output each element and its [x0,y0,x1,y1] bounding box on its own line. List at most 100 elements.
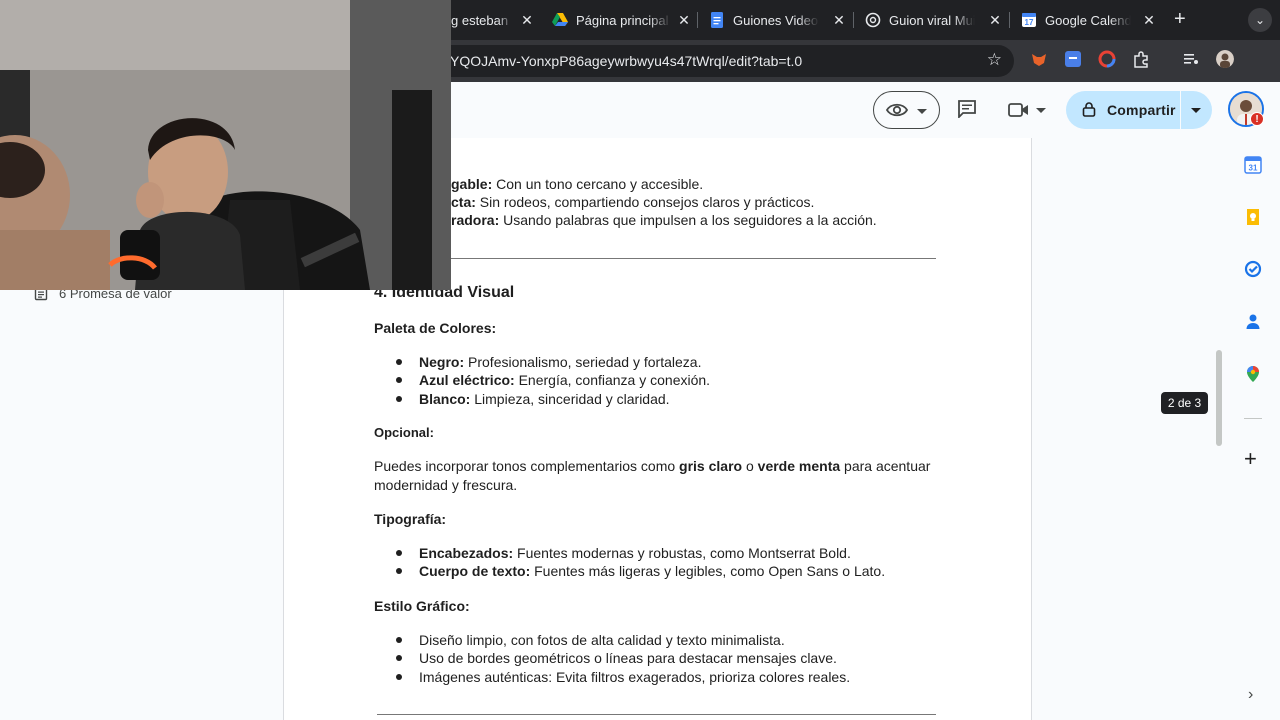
share-label: Compartir [1107,102,1176,118]
chevron-down-icon[interactable] [1036,108,1046,113]
list-item: Encabezados: Fuentes modernas y robustas… [419,544,851,562]
tab-title: Guion viral Muich [889,12,975,28]
google-drive-icon [552,13,568,26]
eye-icon [886,103,908,117]
scrollbar-thumb[interactable] [1216,350,1222,446]
list-item: Uso de bordes geométricos o líneas para … [419,650,837,666]
address-bar[interactable]: YQOJAmv-YonxpP86ageywrbwyu4s47tWrql/edit… [440,45,1014,77]
close-icon[interactable]: ✕ [1141,12,1157,28]
close-icon[interactable]: ✕ [676,12,692,28]
doc-text: Sin rodeos, compartiendo consejos claros… [475,194,815,210]
meet-video-icon[interactable] [1008,102,1030,118]
bullet-icon [396,550,402,556]
doc-text: Usando palabras que impulsen a los segui… [499,212,877,228]
paragraph-line: Puedes incorporar tonos complementarios … [374,457,930,475]
horizontal-rule [377,714,936,715]
tab-esteban[interactable]: g esteban ✕ [451,6,535,34]
tab-title: Google Calendar [1045,12,1131,28]
doc-bold: radora: [451,212,500,228]
bullet-icon [396,377,402,383]
tab-separator [1009,12,1010,28]
list-item: Imágenes auténticas: Evita filtros exage… [419,669,851,685]
google-calendar-icon: 17 [1022,13,1036,27]
doc-bold: verde menta [757,458,841,474]
maps-icon[interactable] [1244,365,1262,383]
list-item: Blanco: Limpieza, sinceridad y claridad. [419,390,670,408]
doc-bold: Encabezados: [419,545,514,561]
tasks-icon[interactable] [1244,260,1262,278]
tab-guion-viral[interactable]: Guion viral Muich ✕ [865,6,1003,34]
close-icon[interactable]: ✕ [831,12,847,28]
extension-translate-icon[interactable] [1064,50,1082,68]
tab-pagina-principal[interactable]: Página principal ✕ [552,6,692,34]
side-panel-divider [1244,418,1262,419]
doc-text: Con un tono cercano y accesible. [492,176,704,192]
tab-separator [853,12,854,28]
doc-bold: Azul eléctrico: [419,372,515,388]
doc-text: Puedes incorporar tonos complementarios … [374,458,680,474]
doc-line: cta: Sin rodeos, compartiendo consejos c… [451,193,814,211]
paragraph-line: modernidad y frescura. [374,477,518,493]
webcam-feed-image [0,0,451,290]
doc-text: Fuentes modernas y robustas, como Montse… [513,545,851,561]
chevron-down-icon [917,109,927,114]
alert-badge: ! [1250,112,1264,126]
tab-title: Página principal [576,12,669,28]
share-options-chevron-icon[interactable] [1191,108,1201,113]
chevron-right-icon[interactable]: › [1248,686,1253,704]
google-docs-icon [711,12,723,28]
list-item: Cuerpo de texto: Fuentes más ligeras y l… [419,562,885,580]
view-mode-button[interactable] [873,91,940,129]
tab-title: g esteban [451,12,509,28]
doc-text: o [742,458,758,474]
bullet-icon [396,674,402,680]
list-item: Negro: Profesionalismo, seriedad y forta… [419,353,701,371]
bullet-icon [396,396,402,402]
tab-search-button[interactable]: ⌄ [1248,8,1272,32]
share-button[interactable]: Compartir [1066,91,1212,129]
list-item: Azul eléctrico: Energía, confianza y con… [419,371,710,389]
doc-line: radora: Usando palabras que impulsen a l… [451,211,877,229]
new-tab-button[interactable]: + [1174,9,1186,29]
doc-text: Energía, confianza y conexión. [514,372,711,388]
doc-text: para acentuar [840,458,931,474]
bullet-icon [396,568,402,574]
horizontal-rule [451,258,936,259]
media-control-icon[interactable] [1182,50,1200,68]
tab-separator [697,12,698,28]
webcam-overlay [0,0,451,290]
calendar-icon[interactable]: 31 [1244,156,1262,174]
keep-icon[interactable] [1244,208,1262,226]
page-indicator-tooltip: 2 de 3 [1161,392,1208,414]
list-item: Diseño limpio, con fotos de alta calidad… [419,632,785,648]
subheading: Paleta de Colores: [374,320,497,336]
extension-color-icon[interactable] [1098,50,1116,68]
profile-avatar-icon[interactable] [1216,50,1234,68]
bookmark-star-icon[interactable]: ☆ [987,50,1002,70]
contacts-icon[interactable] [1244,312,1262,330]
doc-bold: Blanco: [419,391,471,407]
comment-icon[interactable] [957,100,977,118]
chatgpt-icon [865,12,881,28]
close-icon[interactable]: ✕ [519,12,535,28]
doc-bold: Negro: [419,354,465,370]
doc-line: gable: Con un tono cercano y accesible. [451,175,703,193]
extensions-puzzle-icon[interactable] [1132,50,1150,68]
tab-google-calendar[interactable]: 17 Google Calendar ✕ [1021,6,1157,34]
subheading: Estilo Gráfico: [374,598,470,614]
bullet-icon [396,637,402,643]
tab-guiones-videos[interactable]: Guiones Videos ✕ [709,6,847,34]
doc-bold: gable: [451,176,493,192]
bullet-icon [396,655,402,661]
svg-text:31: 31 [1249,164,1258,173]
doc-text: Fuentes más ligeras y legibles, como Ope… [530,563,886,579]
doc-bold: Cuerpo de texto: [419,563,531,579]
add-addon-button[interactable]: + [1244,448,1257,470]
share-divider [1180,91,1181,129]
lock-icon [1082,102,1096,117]
svg-text:17: 17 [1025,18,1034,27]
url-text: YQOJAmv-YonxpP86ageywrbwyu4s47tWrql/edit… [450,53,803,69]
close-icon[interactable]: ✕ [987,12,1003,28]
extension-fox-icon[interactable] [1030,50,1048,68]
doc-text: Limpieza, sinceridad y claridad. [470,391,670,407]
